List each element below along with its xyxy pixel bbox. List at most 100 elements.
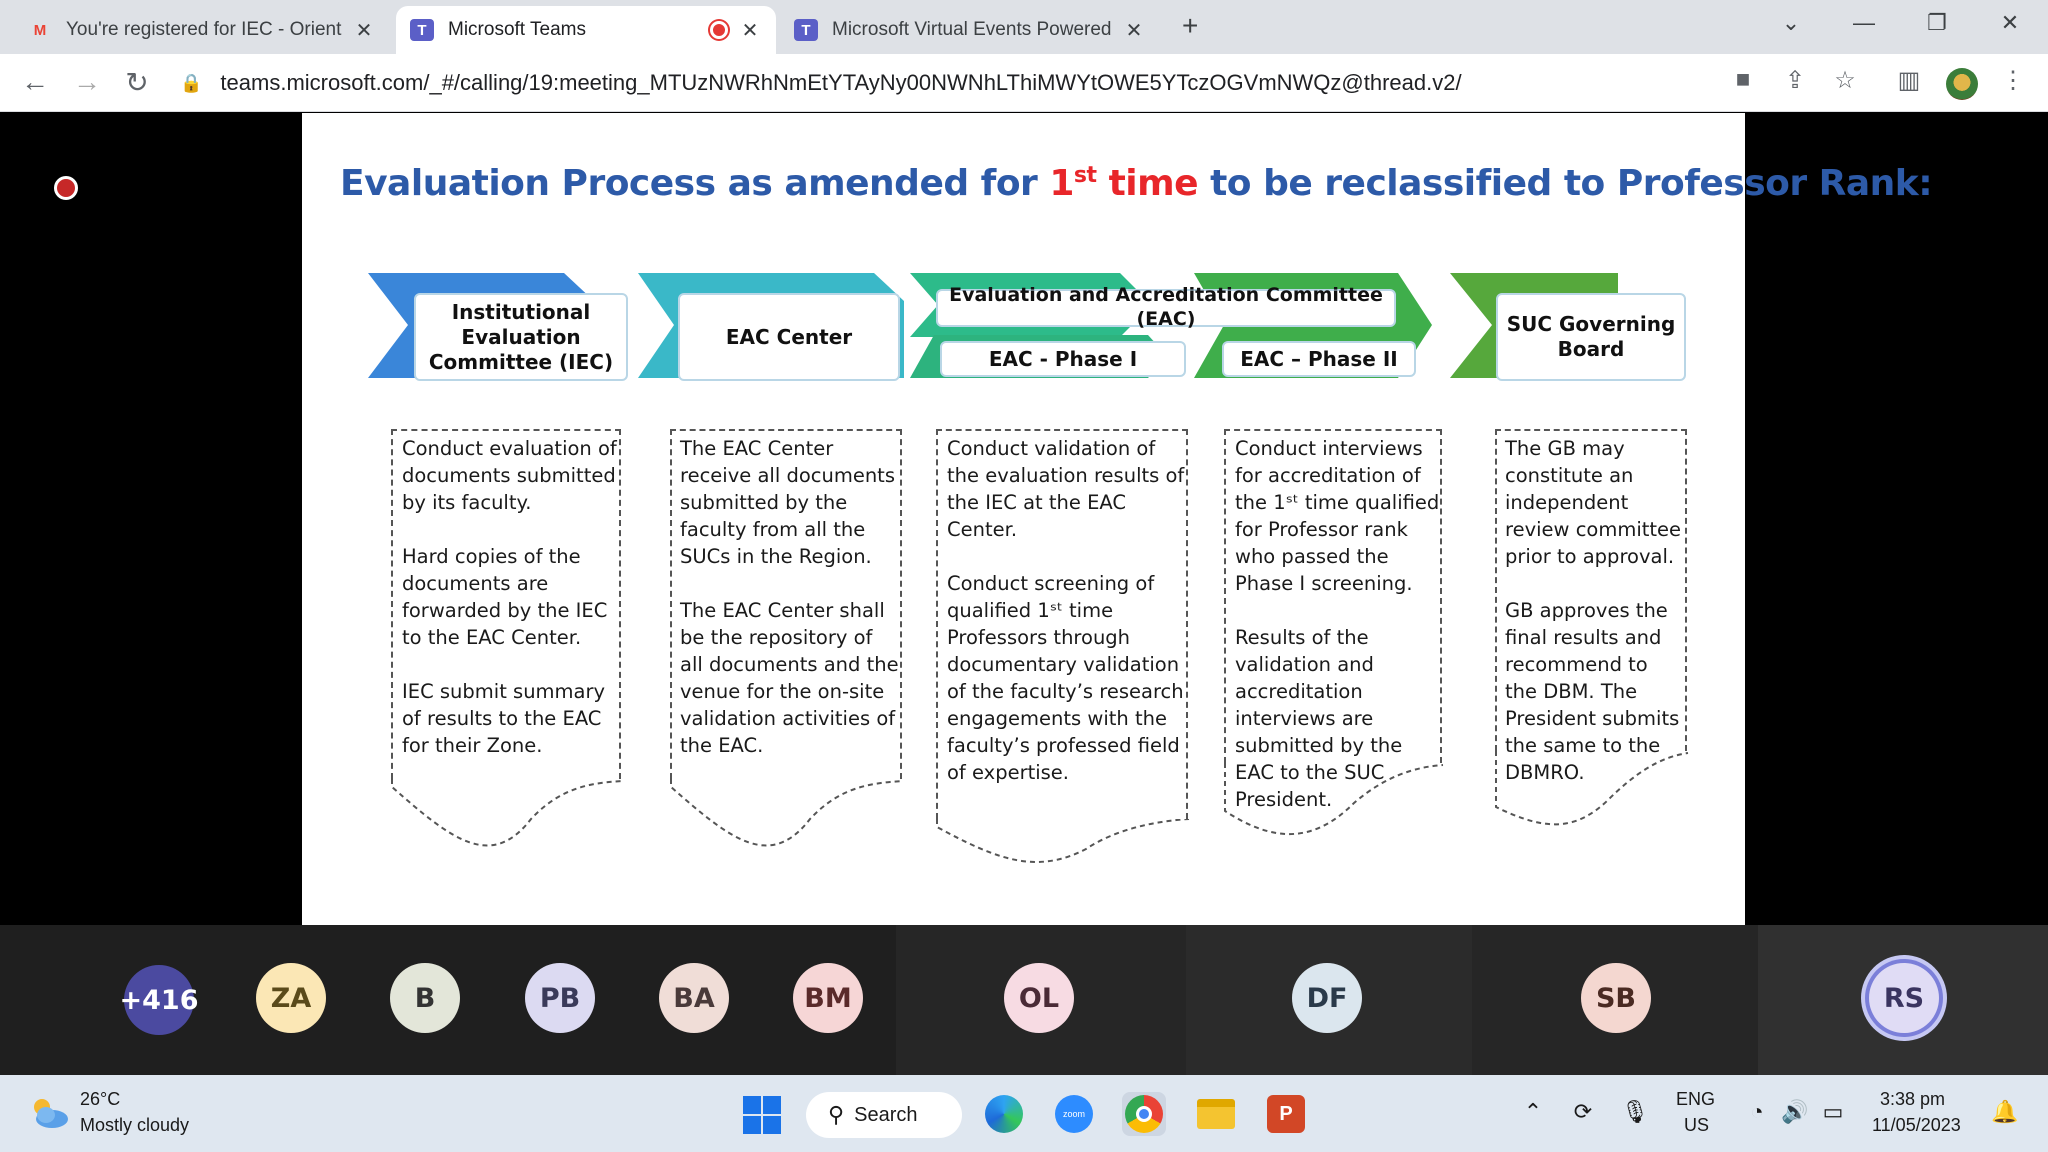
show-hidden-icons[interactable]: ⌃ xyxy=(1518,1099,1548,1125)
stage-label-eac-phase1: EAC - Phase I xyxy=(940,341,1186,377)
avatar-initials: DF xyxy=(1306,982,1348,1014)
doc-text-suc-board: The GB may constitute an independent rev… xyxy=(1505,437,1682,784)
side-panel-icon[interactable]: ▥ xyxy=(1892,66,1926,95)
notifications-icon[interactable]: 🔔 xyxy=(1990,1099,2020,1125)
profile-avatar[interactable] xyxy=(1946,68,1978,100)
title-highlight: 1st time xyxy=(1049,163,1198,204)
wifi-icon[interactable]: ◔ xyxy=(1742,1099,1772,1125)
back-icon[interactable]: ← xyxy=(18,66,52,98)
tab-gmail[interactable]: M You're registered for IEC - Orient ✕ xyxy=(14,6,390,54)
avatar-initials: +416 xyxy=(119,984,199,1016)
weather-desc[interactable]: Mostly cloudy xyxy=(80,1115,189,1136)
edge-icon[interactable] xyxy=(982,1092,1026,1136)
reload-icon[interactable]: ↻ xyxy=(120,66,154,99)
taskbar-search[interactable]: ⚲ Search xyxy=(806,1092,962,1138)
stage-label-eac-phase2: EAC – Phase II xyxy=(1222,341,1416,377)
teams-icon: T xyxy=(410,19,434,41)
windows-start-icon[interactable] xyxy=(742,1095,782,1135)
doc-text-eac-phase2: Conduct interviews for accreditation of … xyxy=(1235,437,1440,811)
doc-text-iec: Conduct evaluation of documents submitte… xyxy=(402,437,617,757)
camera-icon[interactable]: ■ xyxy=(1726,66,1760,94)
close-icon[interactable]: ✕ xyxy=(1122,18,1146,43)
windows-taskbar: 26°C Mostly cloudy ⚲ Search zoom P ⌃ ⟳ 🎙… xyxy=(0,1075,2048,1152)
close-icon[interactable]: ✕ xyxy=(352,18,376,43)
avatar-initials: B xyxy=(414,982,436,1014)
new-tab-button[interactable]: + xyxy=(1182,10,1210,42)
lock-icon: 🔒 xyxy=(180,72,203,93)
teams-icon: T xyxy=(794,19,818,41)
participant-strip: +416 ZA B PB BA BM OL DF SB RS xyxy=(0,925,2048,1075)
title-part1: Evaluation Process as amended for xyxy=(340,163,1050,204)
battery-icon[interactable]: ▭ xyxy=(1818,1099,1848,1125)
avatar[interactable]: BM xyxy=(793,963,863,1033)
file-explorer-icon[interactable] xyxy=(1194,1092,1238,1136)
doc-text-eac-phase1: Conduct validation of the evaluation res… xyxy=(947,437,1185,784)
shared-slide: Evaluation Process as amended for 1st ti… xyxy=(302,113,1933,925)
avatar-initials: PB xyxy=(539,982,581,1014)
participant-overflow-count[interactable]: +416 xyxy=(120,965,199,1035)
tab-search-icon[interactable]: ⌄ xyxy=(1776,10,1806,36)
stage-label-eac-center: EAC Center xyxy=(678,293,900,381)
avatar-initials: BA xyxy=(673,982,715,1014)
recording-icon xyxy=(710,21,728,39)
restore-icon[interactable]: ❐ xyxy=(1922,10,1952,36)
weather-temp[interactable]: 26°C xyxy=(80,1089,120,1110)
window-close-icon[interactable]: ✕ xyxy=(1995,10,2025,36)
cloud-sun-icon xyxy=(34,1099,68,1128)
search-icon: ⚲ xyxy=(828,1102,845,1127)
stage-label-suc-board: SUC Governing Board xyxy=(1496,293,1686,381)
tab-microsoft-teams[interactable]: T Microsoft Teams ✕ xyxy=(396,6,776,54)
url-text: teams.microsoft.com/_#/calling/19:meetin… xyxy=(220,70,1462,95)
eac-header-label: Evaluation and Accreditation Committee (… xyxy=(936,284,1396,330)
language-ime[interactable]: ENG xyxy=(1676,1089,1715,1110)
title-sup: st xyxy=(1073,163,1097,188)
avatar-initials: BM xyxy=(804,982,852,1014)
avatar[interactable]: BA xyxy=(659,963,729,1033)
powerpoint-icon[interactable]: P xyxy=(1264,1092,1308,1136)
zoom-icon[interactable]: zoom xyxy=(1052,1092,1096,1136)
bookmark-star-icon[interactable]: ☆ xyxy=(1828,66,1862,95)
doc-wave-iec xyxy=(391,779,623,847)
close-icon[interactable]: ✕ xyxy=(738,18,762,43)
avatar-initials: OL xyxy=(1018,982,1060,1014)
recording-indicator-icon xyxy=(54,176,78,200)
avatar-speaking[interactable]: RS xyxy=(1869,963,1939,1033)
avatar[interactable]: ZA xyxy=(256,963,326,1033)
volume-icon[interactable]: 🔊 xyxy=(1780,1099,1810,1125)
avatar[interactable]: B xyxy=(390,963,460,1033)
title-num: 1 xyxy=(1049,163,1074,204)
stage-label-iec: Institutional Evaluation Committee (IEC) xyxy=(414,293,628,381)
minimize-icon[interactable]: — xyxy=(1849,10,1879,36)
title-time: time xyxy=(1096,163,1199,204)
language-region: US xyxy=(1684,1115,1710,1135)
doc-wave-eac-phase1 xyxy=(936,819,1190,863)
browser-tab-strip: M You're registered for IEC - Orient ✕ T… xyxy=(0,0,2048,54)
avatar-initials: ZA xyxy=(270,982,312,1014)
search-label: Search xyxy=(854,1103,918,1126)
clock-time[interactable]: 3:38 pm xyxy=(1880,1089,1945,1110)
tab-title: You're registered for IEC - Orient xyxy=(66,19,342,40)
tab-virtual-events[interactable]: T Microsoft Virtual Events Powered ✕ xyxy=(780,6,1160,54)
chrome-icon[interactable] xyxy=(1122,1092,1166,1136)
forward-icon[interactable]: → xyxy=(70,66,104,98)
title-part2: to be reclassified to Professor Rank: xyxy=(1198,163,1933,204)
avatar[interactable]: DF xyxy=(1292,963,1362,1033)
tab-title: Microsoft Teams xyxy=(448,19,586,40)
avatar-initials: RS xyxy=(1883,982,1925,1014)
avatar[interactable]: SB xyxy=(1581,963,1651,1033)
menu-icon[interactable]: ⋮ xyxy=(1996,66,2030,95)
browser-toolbar: ← → ↻ 🔒 teams.microsoft.com/_#/calling/1… xyxy=(0,54,2048,112)
avatar-initials: SB xyxy=(1595,982,1637,1014)
avatar[interactable]: OL xyxy=(1004,963,1074,1033)
microphone-icon[interactable]: 🎙 xyxy=(1620,1099,1650,1125)
gmail-icon: M xyxy=(33,21,47,39)
sync-icon[interactable]: ⟳ xyxy=(1568,1099,1598,1125)
doc-wave-eac-center xyxy=(670,779,904,847)
tab-title: Microsoft Virtual Events Powered xyxy=(832,19,1112,40)
avatar[interactable]: PB xyxy=(525,963,595,1033)
doc-text-eac-center: The EAC Center receive all documents sub… xyxy=(680,437,899,757)
address-bar[interactable]: 🔒 teams.microsoft.com/_#/calling/19:meet… xyxy=(180,64,1730,102)
clock-date[interactable]: 11/05/2023 xyxy=(1872,1115,1961,1136)
slide-title: Evaluation Process as amended for 1st ti… xyxy=(340,163,1933,204)
share-icon[interactable]: ⇪ xyxy=(1778,66,1812,95)
